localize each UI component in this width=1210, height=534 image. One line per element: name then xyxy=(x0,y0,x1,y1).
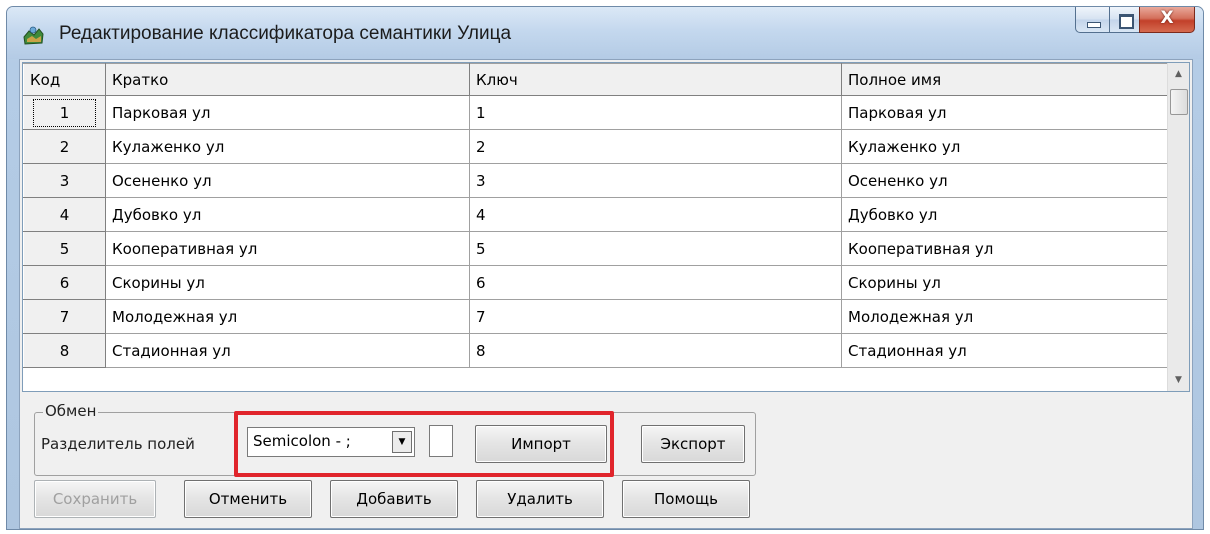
cell-full-name[interactable]: Стадионная ул xyxy=(841,333,1170,368)
cancel-button[interactable]: Отменить xyxy=(184,480,312,518)
cell-full-name[interactable]: Осененко ул xyxy=(841,163,1170,198)
caption-buttons: X xyxy=(1075,7,1195,33)
table-row[interactable]: 8 Стадионная ул 8 Стадионная ул xyxy=(23,333,1170,368)
cell-key[interactable]: 2 xyxy=(469,129,842,164)
title-bar[interactable]: Редактирование классификатора семантики … xyxy=(7,7,1203,59)
cell-code[interactable]: 2 xyxy=(23,129,106,164)
cell-full-name[interactable]: Скорины ул xyxy=(841,265,1170,300)
cell-short[interactable]: Кооперативная ул xyxy=(105,231,470,266)
close-button[interactable]: X xyxy=(1139,7,1195,33)
delete-button[interactable]: Удалить xyxy=(476,480,604,518)
cell-short[interactable]: Скорины ул xyxy=(105,265,470,300)
cell-code[interactable]: 4 xyxy=(23,197,106,232)
table-row[interactable]: 3 Осененко ул 3 Осененко ул xyxy=(23,163,1170,198)
cell-short[interactable]: Парковая ул xyxy=(105,95,470,130)
cell-key[interactable]: 4 xyxy=(469,197,842,232)
cell-short[interactable]: Стадионная ул xyxy=(105,333,470,368)
cell-code[interactable]: 8 xyxy=(23,333,106,368)
cell-full-name[interactable]: Дубовко ул xyxy=(841,197,1170,232)
cell-code[interactable]: 1 xyxy=(23,95,106,130)
cell-short[interactable]: Осененко ул xyxy=(105,163,470,198)
window-title: Редактирование классификатора семантики … xyxy=(59,23,512,44)
column-header-key[interactable]: Ключ xyxy=(469,63,842,96)
highlight-frame xyxy=(234,411,614,477)
table-row[interactable]: 1 Парковая ул 1 Парковая ул xyxy=(23,95,1170,130)
scroll-thumb[interactable] xyxy=(1170,89,1188,115)
exchange-group-legend: Обмен xyxy=(43,402,99,420)
close-icon: X xyxy=(1160,8,1174,28)
cell-key[interactable]: 1 xyxy=(469,95,842,130)
cell-code[interactable]: 7 xyxy=(23,299,106,334)
cell-full-name[interactable]: Молодежная ул xyxy=(841,299,1170,334)
classifier-table: Код Кратко Ключ Полное имя 1 Парковая ул… xyxy=(23,63,1170,368)
cell-full-name[interactable]: Кулаженко ул xyxy=(841,129,1170,164)
cell-code[interactable]: 6 xyxy=(23,265,106,300)
cell-code[interactable]: 3 xyxy=(23,163,106,198)
cell-key[interactable]: 3 xyxy=(469,163,842,198)
cell-short[interactable]: Дубовко ул xyxy=(105,197,470,232)
cell-full-name[interactable]: Кооперативная ул xyxy=(841,231,1170,266)
help-button[interactable]: Помощь xyxy=(622,480,750,518)
table-row[interactable]: 2 Кулаженко ул 2 Кулаженко ул xyxy=(23,129,1170,164)
table-row[interactable]: 6 Скорины ул 6 Скорины ул xyxy=(23,265,1170,300)
field-separator-label: Разделитель полей xyxy=(41,435,195,453)
cell-full-name[interactable]: Парковая ул xyxy=(841,95,1170,130)
cell-key[interactable]: 5 xyxy=(469,231,842,266)
classifier-grid[interactable]: Код Кратко Ключ Полное имя 1 Парковая ул… xyxy=(22,62,1190,392)
cell-short[interactable]: Кулаженко ул xyxy=(105,129,470,164)
app-window: Редактирование классификатора семантики … xyxy=(6,6,1204,530)
save-button[interactable]: Сохранить xyxy=(34,480,156,518)
add-button[interactable]: Добавить xyxy=(330,480,458,518)
scroll-down-icon[interactable]: ▼ xyxy=(1168,369,1189,391)
table-row[interactable]: 4 Дубовко ул 4 Дубовко ул xyxy=(23,197,1170,232)
scroll-up-icon[interactable]: ▲ xyxy=(1168,63,1189,85)
cell-short[interactable]: Молодежная ул xyxy=(105,299,470,334)
header-row: Код Кратко Ключ Полное имя xyxy=(23,63,1170,96)
app-icon xyxy=(23,26,44,45)
cell-key[interactable]: 7 xyxy=(469,299,842,334)
minimize-button[interactable] xyxy=(1075,7,1109,33)
export-button[interactable]: Экспорт xyxy=(641,425,745,463)
column-header-short[interactable]: Кратко xyxy=(105,63,470,96)
cell-key[interactable]: 6 xyxy=(469,265,842,300)
column-header-full-name[interactable]: Полное имя xyxy=(841,63,1170,96)
cell-key[interactable]: 8 xyxy=(469,333,842,368)
column-header-code[interactable]: Код xyxy=(23,63,106,96)
client-area: Код Кратко Ключ Полное имя 1 Парковая ул… xyxy=(19,59,1193,529)
table-row[interactable]: 5 Кооперативная ул 5 Кооперативная ул xyxy=(23,231,1170,266)
cell-code[interactable]: 5 xyxy=(23,231,106,266)
table-row[interactable]: 7 Молодежная ул 7 Молодежная ул xyxy=(23,299,1170,334)
maximize-button[interactable] xyxy=(1109,7,1139,33)
vertical-scrollbar[interactable]: ▲ ▼ xyxy=(1167,63,1189,391)
